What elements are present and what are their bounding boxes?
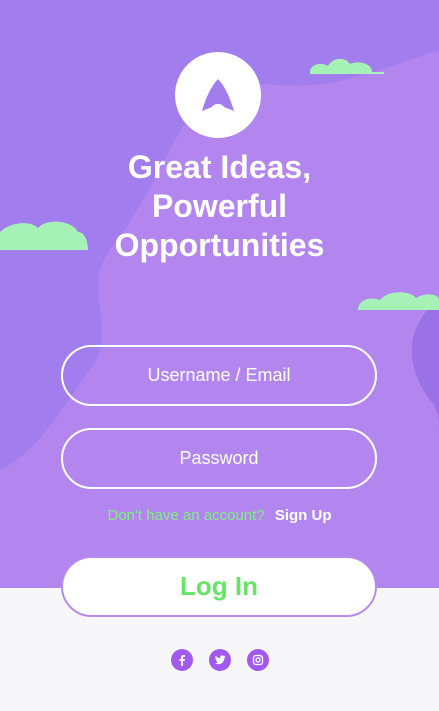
signup-prompt: Don't have an account? [107,507,265,524]
instagram-icon[interactable] [246,649,269,671]
hero-section: Great Ideas, Powerful Opportunities Don'… [0,0,439,588]
app-logo [175,52,261,138]
twitter-icon[interactable] [208,649,231,671]
headline-line-1: Great Ideas, [127,149,312,185]
facebook-icon[interactable] [170,649,193,671]
rocket-logo-icon [202,79,234,111]
headline-line-3: Opportunities [114,227,325,263]
signup-row: Don't have an account? Sign Up [0,507,439,524]
login-button[interactable]: Log In [61,556,377,617]
username-input[interactable] [61,345,377,406]
headline: Great Ideas, Powerful Opportunities [0,148,439,265]
headline-line-2: Powerful [151,188,288,224]
social-links [0,649,439,671]
password-input[interactable] [61,428,377,489]
signup-link[interactable]: Sign Up [275,507,332,524]
